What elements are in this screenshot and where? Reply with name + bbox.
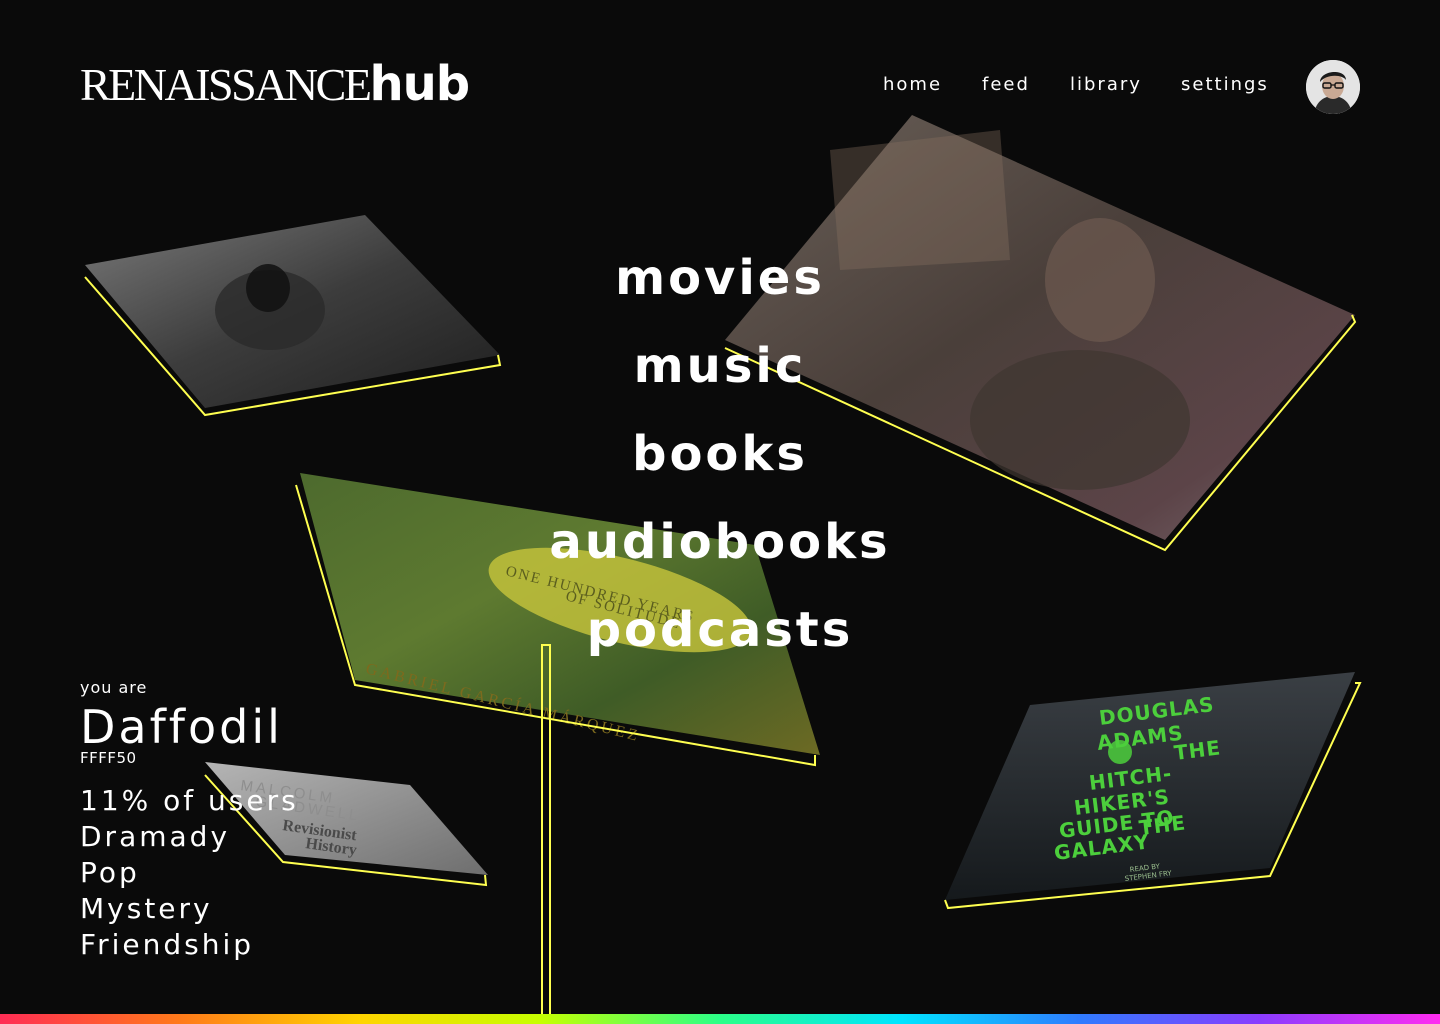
movie-cover-card (724, 115, 1357, 552)
category-audiobooks[interactable]: audiobooks (0, 514, 1440, 570)
category-music[interactable]: music (0, 338, 1440, 394)
profile-stat-music: Pop (80, 856, 140, 889)
profile-stats: 11% of users Dramady Pop Mystery Friends… (80, 783, 299, 963)
profile-stat-book: Mystery (80, 892, 213, 925)
profile-stat-share: 11% of users (80, 784, 299, 817)
profile-stat-theme: Friendship (80, 928, 254, 961)
category-podcasts[interactable]: podcasts (0, 602, 1440, 658)
rainbow-footer-bar (0, 1014, 1440, 1024)
category-movies[interactable]: movies (0, 250, 1440, 306)
profile-color-name: Daffodil (80, 700, 283, 754)
user-taste-profile: you are Daffodil FFFF50 11% of users Dra… (80, 678, 299, 963)
profile-intro: you are (80, 678, 148, 697)
profile-stat-genre: Dramady (80, 820, 231, 853)
audiobook-cover-card: DOUGLAS ADAMS THE HITCH- HIKER'S GUIDE T… (944, 672, 1362, 910)
category-books[interactable]: books (0, 426, 1440, 482)
